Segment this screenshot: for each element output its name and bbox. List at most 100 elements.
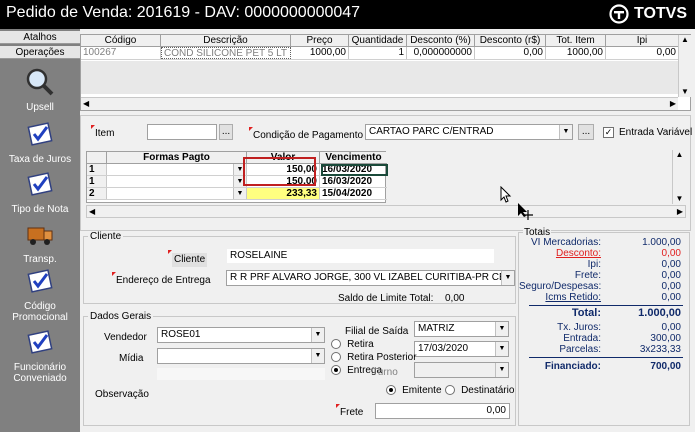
chevron-down-icon[interactable]: ▼ bbox=[501, 271, 514, 285]
entrada-row: Entrada: 300,00 bbox=[519, 333, 681, 344]
col-desconto-rs[interactable]: Desconto (r$) bbox=[475, 35, 546, 47]
filial-select[interactable]: MATRIZ ▼ bbox=[414, 321, 509, 337]
col-vencimento[interactable]: Vencimento bbox=[320, 152, 387, 164]
turno-select[interactable]: ▼ bbox=[414, 362, 509, 378]
cliente-label: Cliente bbox=[167, 250, 208, 267]
entrada-variavel-checkbox[interactable]: ✓ bbox=[603, 127, 614, 138]
turno-label: Turno bbox=[372, 367, 398, 378]
scroll-up-arrow-icon[interactable]: ▲ bbox=[673, 150, 686, 160]
emitente-radio-option[interactable]: Emitente bbox=[386, 384, 442, 397]
vendedor-label: Vendedor bbox=[104, 332, 147, 343]
forma-pagto-cell[interactable]: ▼ bbox=[107, 176, 247, 187]
col-ipi[interactable]: Ipi bbox=[606, 35, 678, 47]
item-lookup-button[interactable]: ... bbox=[219, 124, 233, 140]
resize-cursor-icon bbox=[518, 203, 533, 220]
midia-extra-field[interactable] bbox=[157, 368, 325, 380]
parcelas-value: 3x233,33 bbox=[639, 344, 681, 355]
truck-icon bbox=[27, 227, 53, 245]
cliente-input[interactable]: ROSELAINE bbox=[226, 248, 495, 264]
table-row[interactable]: 100267 COND SILICONE PET 5 LT . . . 1000… bbox=[81, 47, 678, 60]
vencimento-cell[interactable]: 15/04/2020 bbox=[320, 188, 387, 199]
vendedor-select[interactable]: ROSE01 ▼ bbox=[157, 327, 325, 343]
valor-cell[interactable]: 233,33 bbox=[247, 188, 320, 199]
sidebar-item-funcionario-conveniado[interactable]: Funcionário Conveniado bbox=[0, 327, 80, 384]
payment-row[interactable]: 1 ▼ 150,00 16/03/2020 bbox=[87, 176, 387, 188]
chevron-down-icon[interactable]: ▼ bbox=[311, 349, 324, 363]
sidebar-item-codigo-promocional[interactable]: Código Promocional bbox=[0, 266, 80, 323]
items-vertical-scrollbar[interactable]: ▲ ▼ bbox=[678, 35, 691, 97]
scroll-right-arrow-icon[interactable]: ▶ bbox=[670, 99, 676, 109]
retira-label: Retira bbox=[347, 339, 374, 350]
destinatario-radio[interactable] bbox=[445, 385, 455, 396]
chevron-down-icon[interactable]: ▼ bbox=[559, 125, 572, 139]
payment-horizontal-scrollbar[interactable]: ◀ ▶ bbox=[86, 205, 686, 218]
sidebar-item-taxa-juros[interactable]: Taxa de Juros bbox=[0, 119, 80, 165]
cell-descricao: COND SILICONE PET 5 LT . . . bbox=[161, 47, 291, 59]
forma-pagto-cell[interactable]: ▼ bbox=[107, 164, 247, 175]
sidebar-item-label: Tipo de Nota bbox=[11, 204, 69, 215]
scroll-up-arrow-icon[interactable]: ▲ bbox=[679, 35, 691, 45]
retira-posterior-label: Retira Posterior bbox=[347, 352, 417, 363]
midia-select[interactable]: ▼ bbox=[157, 348, 325, 364]
col-codigo[interactable]: Código bbox=[81, 35, 161, 47]
emitente-radio[interactable] bbox=[386, 385, 396, 396]
magnifier-icon bbox=[26, 68, 54, 96]
cell-desconto-pct: 0,000000000 bbox=[407, 47, 475, 59]
endereco-select[interactable]: R R PRF ALVARO JORGE, 300 VL IZABEL CURI… bbox=[226, 270, 515, 286]
col-quantidade[interactable]: Quantidade bbox=[349, 35, 407, 47]
cell-desconto-rs: 0,00 bbox=[475, 47, 546, 59]
chevron-down-icon[interactable]: ▼ bbox=[311, 328, 324, 342]
col-descricao[interactable]: Descrição bbox=[161, 35, 291, 47]
col-desconto-pct[interactable]: Desconto (%) bbox=[407, 35, 475, 47]
cell-tot-item: 1000,00 bbox=[546, 47, 606, 59]
scroll-down-arrow-icon[interactable]: ▼ bbox=[679, 87, 691, 97]
sidebar-item-tipo-nota[interactable]: Tipo de Nota bbox=[0, 169, 80, 215]
scroll-left-arrow-icon[interactable]: ◀ bbox=[89, 207, 95, 217]
retira-posterior-radio-option[interactable]: Retira Posterior bbox=[331, 351, 417, 364]
scroll-down-arrow-icon[interactable]: ▼ bbox=[673, 194, 686, 204]
filial-label: Filial de Saída bbox=[345, 326, 409, 337]
col-formas-pagto[interactable]: Formas Pagto bbox=[107, 152, 247, 164]
totais-row-label[interactable]: Desconto: bbox=[519, 248, 601, 259]
payment-grid-header: Formas Pagto Valor Vencimento bbox=[87, 152, 387, 164]
items-horizontal-scrollbar[interactable]: ◀ ▶ bbox=[81, 97, 678, 110]
totais-row: Seguro/Despesas: 0,00 bbox=[519, 281, 681, 292]
col-preco[interactable]: Preço bbox=[291, 35, 349, 47]
payment-row[interactable]: 2 ▼ 233,33 15/04/2020 bbox=[87, 188, 387, 200]
vencimento-cell[interactable]: 16/03/2020 bbox=[320, 176, 387, 187]
condicao-lookup-button[interactable]: ... bbox=[578, 124, 594, 140]
scroll-left-arrow-icon[interactable]: ◀ bbox=[83, 99, 89, 109]
totais-panel: Totais VI Mercadorias: 1.000,00 Desconto: 0… bbox=[518, 227, 690, 426]
saldo-label: Saldo de Limite Total: bbox=[338, 293, 434, 304]
item-input[interactable] bbox=[147, 124, 217, 140]
cliente-group: Cliente Cliente ROSELAINE Endereço de En… bbox=[83, 231, 516, 304]
payment-vertical-scrollbar[interactable]: ▲ ▼ bbox=[672, 150, 686, 204]
scroll-right-arrow-icon[interactable]: ▶ bbox=[677, 207, 683, 217]
main-panel: Código Descrição Preço Quantidade Descon… bbox=[80, 29, 695, 432]
frete-input[interactable]: 0,00 bbox=[375, 403, 510, 419]
sidebar-item-transp[interactable]: Transp. bbox=[0, 219, 80, 265]
condicao-select[interactable]: CARTAO PARC C/ENTRAD ▼ bbox=[365, 124, 573, 140]
entrega-radio[interactable] bbox=[331, 365, 341, 376]
col-tot-item[interactable]: Tot. Item bbox=[546, 35, 606, 47]
midia-label: Mídia bbox=[119, 353, 144, 364]
sidebar-item-upsell[interactable]: Upsell bbox=[0, 67, 80, 113]
chevron-down-icon[interactable]: ▼ bbox=[495, 322, 508, 336]
tab-atalhos[interactable]: Atalhos bbox=[0, 31, 80, 44]
forma-pagto-cell[interactable]: ▼ bbox=[107, 188, 247, 199]
retira-posterior-radio[interactable] bbox=[331, 352, 341, 363]
chevron-down-icon[interactable]: ▼ bbox=[233, 188, 246, 199]
chevron-down-icon[interactable]: ▼ bbox=[495, 363, 508, 377]
total-label: Total: bbox=[571, 307, 601, 319]
date-picker[interactable]: 17/03/2020 ▼ bbox=[414, 341, 509, 357]
retira-radio[interactable] bbox=[331, 339, 341, 350]
juros-value: 0,00 bbox=[661, 322, 681, 333]
chevron-down-icon[interactable]: ▼ bbox=[495, 342, 508, 356]
filial-value: MATRIZ bbox=[418, 323, 455, 334]
destinatario-radio-option[interactable]: Destinatário bbox=[445, 384, 514, 397]
vendedor-value: ROSE01 bbox=[161, 329, 201, 340]
financiado-value: 700,00 bbox=[650, 361, 681, 372]
retira-radio-option[interactable]: Retira bbox=[331, 338, 374, 351]
tab-operacoes[interactable]: Operações bbox=[0, 46, 80, 59]
row-number: 1 bbox=[87, 164, 107, 175]
